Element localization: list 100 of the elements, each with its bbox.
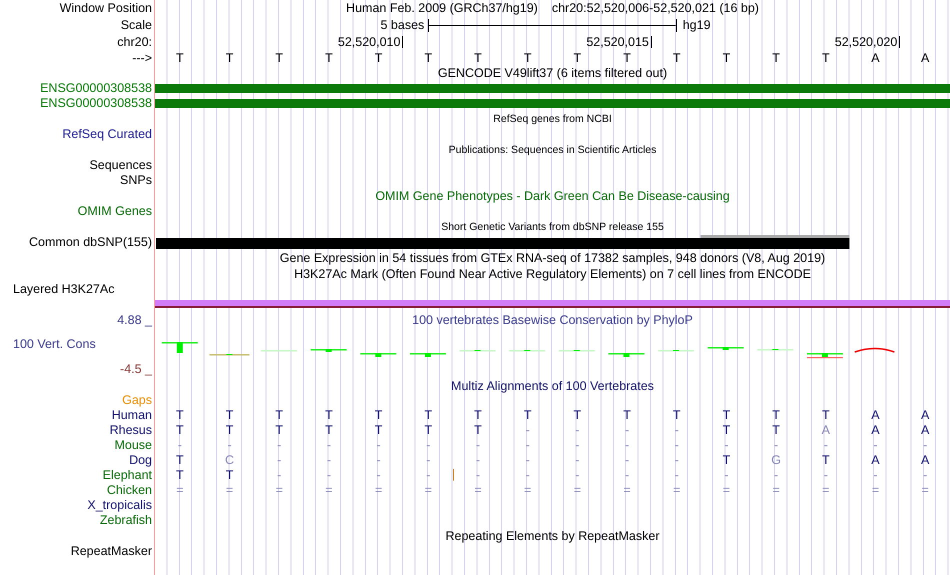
gene-label[interactable]: ENSG00000308538 [40,97,152,110]
base-letter: - [624,424,630,437]
base-letter: T [672,52,682,64]
base-letter: T [822,409,830,422]
base-letter: - [326,469,331,482]
base-letter: - [624,469,630,482]
base-letter: A [920,424,930,437]
base-letter: - [724,439,728,452]
base-letter: - [326,439,331,452]
base-letter: T [176,469,184,482]
gene-label[interactable]: ENSG00000308538 [40,82,152,94]
base-letter: T [474,409,482,422]
species-label[interactable]: Dog [129,454,152,467]
gene-bar[interactable] [155,84,950,92]
base-letter: T [176,409,184,422]
species-label[interactable]: X_tropicalis [87,499,152,512]
base-letter: T [771,52,781,64]
base-letter: = [424,484,432,497]
base-letter: - [277,439,282,452]
base-letter: = [623,484,631,497]
base-letter: T [820,52,831,64]
base-letter: T [722,409,730,422]
track-label[interactable]: Common dbSNP(155) [29,236,152,249]
base-letter: T [175,52,185,64]
track-title: 100 vertebrates Basewise Conservation by PhyloP [412,314,693,326]
base-letter: T [226,469,234,482]
base-letter: T [176,424,184,437]
species-label[interactable]: Elephant [102,469,152,482]
species-label[interactable]: Rhesus [110,424,152,437]
assembly-name: Human Feb. 2009 (GRCh37/hg19) [346,2,538,15]
track-label[interactable]: OMIM Genes [78,205,152,218]
base-letter: T [275,424,284,437]
track-label[interactable]: Sequences [89,159,152,172]
base-letter: - [575,424,580,437]
base-letter: T [722,424,730,437]
base-letter: - [426,439,430,452]
base-letter: - [526,469,530,482]
base-letter: A [870,52,881,64]
base-letter: T [275,409,284,422]
base-letter: T [722,454,730,467]
base-letter: = [176,484,184,497]
base-letter: = [722,484,730,497]
base-letter: A [920,52,930,64]
base-letter: - [326,454,331,467]
base-letter: - [178,439,182,452]
coordinate-tick: 52,520,015 [586,36,652,48]
base-letter: - [824,439,828,452]
base-letter: T [574,409,582,422]
track-label[interactable]: RepeatMasker [70,545,152,558]
species-label[interactable]: Chicken [106,484,152,497]
position-range: chr20:52,520,006-52,520,021 (16 bp) [552,2,759,15]
base-letter: T [424,409,432,422]
base-letter: T [423,52,434,64]
base-letter: T [324,52,334,64]
base-letter: - [526,439,530,452]
coordinate-tick: 52,520,010 [338,36,404,48]
base-letter: T [274,52,284,64]
base-letter: T [522,52,532,64]
signal-bar[interactable] [155,300,950,308]
base-letter: T [226,424,234,437]
base-letter: T [325,424,333,437]
base-letter: - [376,469,381,482]
base-letter: = [922,484,929,497]
base-letter: A [871,409,880,422]
base-letter: - [526,454,530,467]
base-letter: T [722,52,732,64]
species-label[interactable]: Mouse [114,439,152,452]
base-letter: = [673,484,680,497]
base-letter: T [374,409,382,422]
track-title: Repeating Elements by RepeatMasker [445,530,660,542]
base-letter: = [226,484,234,497]
base-letter: - [674,439,679,452]
track-title: Short Genetic Variants from dbSNP release 155 [441,222,664,232]
base-letter: - [774,469,778,482]
base-letter: - [624,439,630,452]
species-label[interactable]: Zebrafish [100,514,152,527]
base-letter: T [622,52,632,64]
variant-bar[interactable] [156,235,850,249]
base-letter: - [227,439,232,452]
track-label[interactable]: SNPs [120,174,152,187]
track-title: Multiz Alignments of 100 Vertebrates [451,380,654,392]
base-letter: - [575,439,580,452]
base-letter: T [822,454,830,467]
row-label: chr20: [117,36,152,48]
base-letter: - [674,469,679,482]
track-label[interactable]: RefSeq Curated [62,128,152,141]
base-letter: = [325,484,333,497]
base-letter: - [476,454,480,467]
base-letter: A [822,424,830,437]
base-letter: T [226,409,234,422]
base-letter: - [476,439,480,452]
base-letter: T [224,52,234,64]
species-label[interactable]: Human [112,409,152,422]
base-letter: = [276,484,283,497]
base-letter: - [426,469,430,482]
base-letter: - [476,469,480,482]
track-label[interactable]: Layered H3K27Ac [13,283,114,296]
base-letter: T [623,409,631,422]
base-letter: - [724,469,728,482]
track-label[interactable]: 100 Vert. Cons [13,338,96,350]
